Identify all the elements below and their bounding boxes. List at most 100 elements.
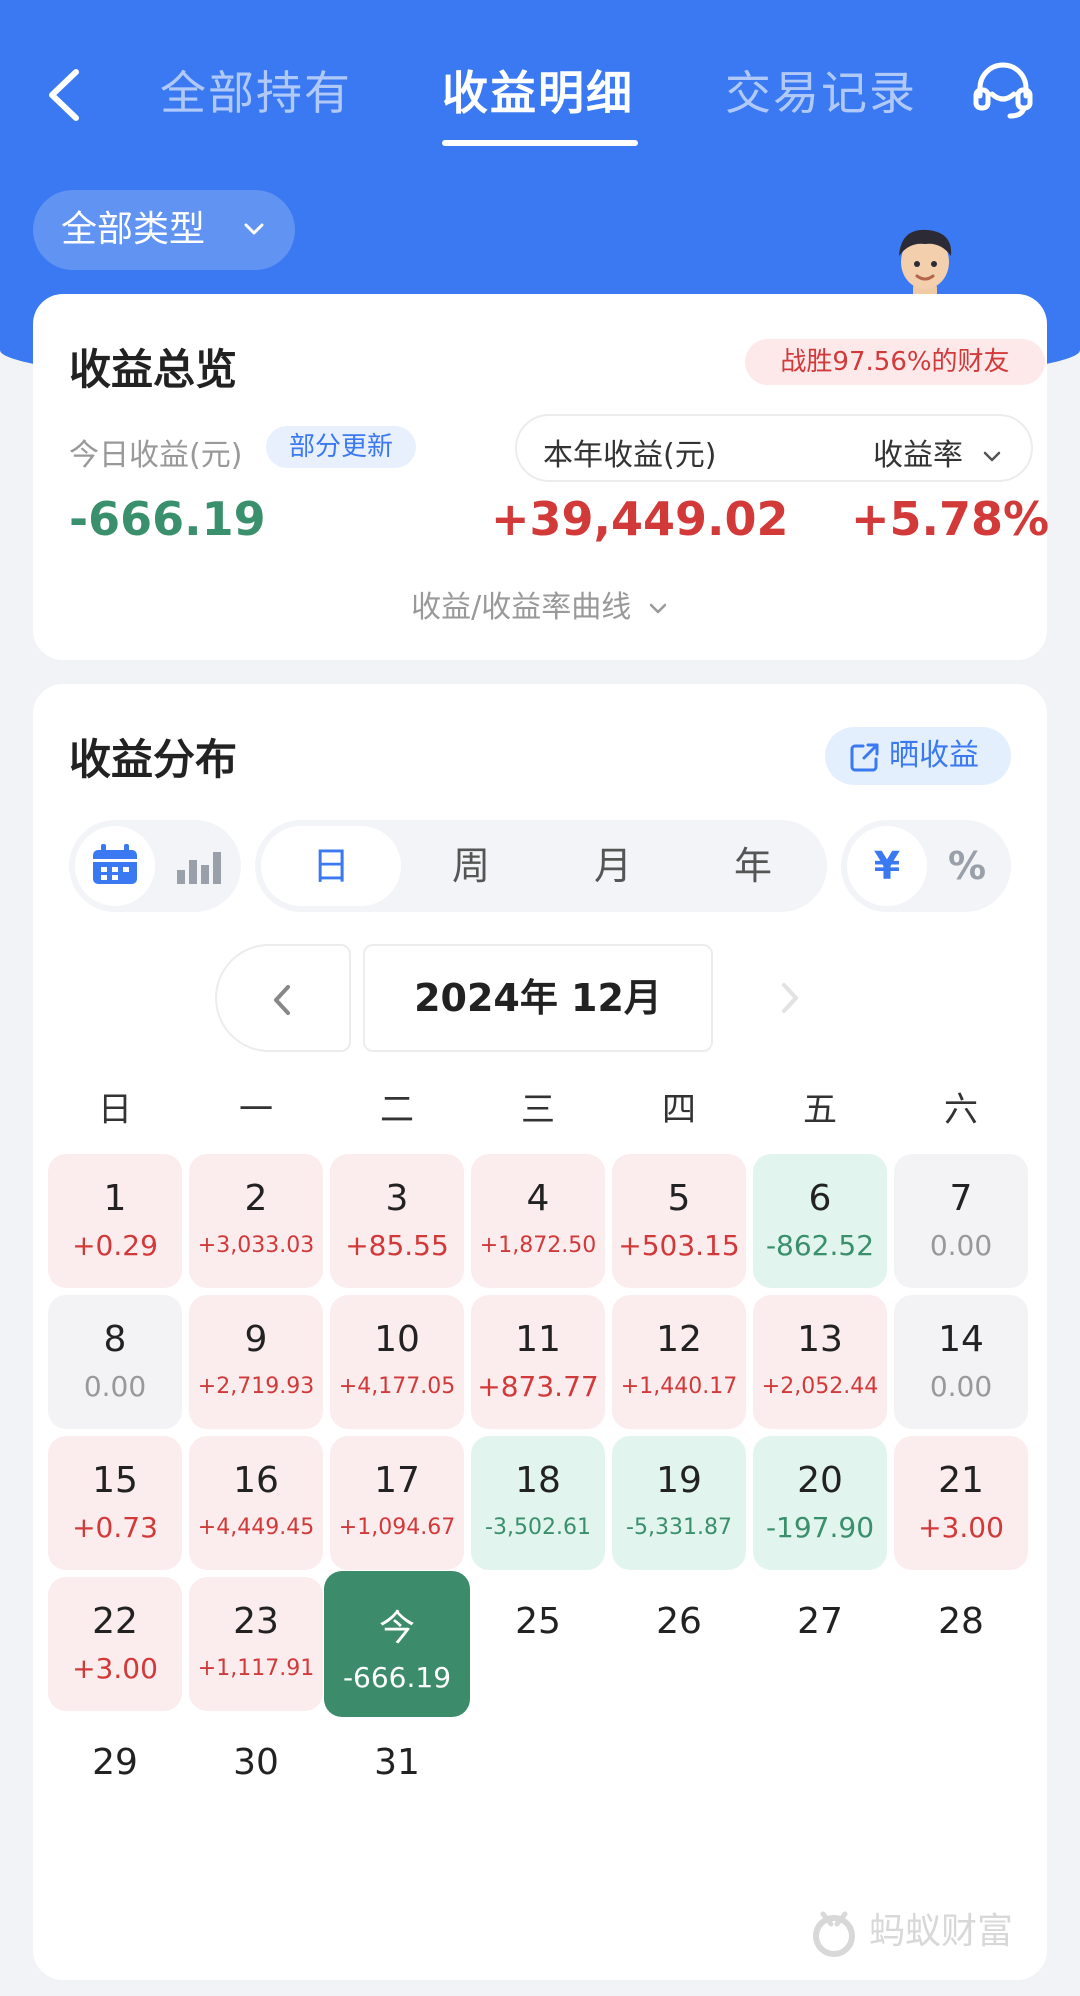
day-earnings: +873.77	[477, 1370, 599, 1403]
tab-earnings-detail[interactable]: 收益明细	[442, 58, 634, 128]
calendar-day[interactable]: 13 +2,052.44	[753, 1295, 887, 1429]
tab-transactions[interactable]: 交易记录	[725, 58, 917, 128]
calendar-day[interactable]: 17 +1,094.67	[330, 1436, 464, 1570]
calendar-day[interactable]: 6 -862.52	[753, 1154, 887, 1288]
calendar-day[interactable]: 9 +2,719.93	[189, 1295, 323, 1429]
earnings-calendar: 1 +0.29 2 +3,033.03 3 +85.55 4 +1,872.50 5 +5…	[48, 1154, 1032, 1854]
weekday-label: 四	[662, 1090, 696, 1130]
day-number: 21	[938, 1460, 984, 1501]
tab-all-holdings[interactable]: 全部持有	[160, 58, 352, 128]
day-number: 6	[808, 1178, 832, 1219]
year-earnings-label: 本年收益(元)	[543, 438, 717, 473]
day-earnings: -666.19	[342, 1661, 452, 1694]
calendar-day[interactable]: 31	[330, 1718, 464, 1852]
calendar-day[interactable]: 26	[612, 1577, 746, 1711]
period-month[interactable]: 月	[543, 826, 683, 906]
day-number: 4	[526, 1178, 550, 1219]
day-number: 27	[797, 1601, 843, 1642]
calendar-day[interactable]: 19 -5,331.87	[612, 1436, 746, 1570]
overview-title: 收益总览	[69, 345, 238, 394]
calendar-day[interactable]: 25	[471, 1577, 605, 1711]
day-number: 11	[515, 1319, 561, 1360]
chevron-down-icon	[649, 603, 667, 613]
day-number: 20	[797, 1460, 843, 1501]
unit-currency-button[interactable]: ¥	[847, 826, 927, 906]
day-earnings: +3.00	[72, 1652, 158, 1685]
calendar-day[interactable]: 8 0.00	[48, 1295, 182, 1429]
top-navigation: 全部持有 收益明细 交易记录	[0, 40, 1080, 150]
day-number: 5	[667, 1178, 691, 1219]
day-earnings: 0.00	[929, 1370, 993, 1403]
period-week[interactable]: 周	[401, 826, 541, 906]
day-number: 1	[103, 1178, 127, 1219]
customer-service-button[interactable]	[968, 56, 1038, 126]
rate-dropdown[interactable]: 收益率	[873, 430, 1003, 474]
calendar-day[interactable]: 3 +85.55	[330, 1154, 464, 1288]
calendar-day[interactable]: 20 -197.90	[753, 1436, 887, 1570]
calendar-day[interactable]: 18 -3,502.61	[471, 1436, 605, 1570]
period-year[interactable]: 年	[683, 826, 823, 906]
day-number: 26	[656, 1601, 702, 1642]
day-number: 9	[244, 1319, 268, 1360]
chevron-down-icon	[983, 451, 1000, 461]
calendar-day[interactable]: 4 +1,872.50	[471, 1154, 605, 1288]
day-number: 31	[374, 1742, 420, 1783]
calendar-day[interactable]: 30	[189, 1718, 323, 1852]
calendar-day[interactable]: 21 +3.00	[894, 1436, 1028, 1570]
day-earnings: -862.52	[765, 1229, 875, 1262]
chart-view-button[interactable]	[159, 826, 235, 906]
previous-month-button[interactable]	[215, 944, 351, 1052]
day-earnings: +2,052.44	[761, 1374, 879, 1399]
calendar-day[interactable]: 27	[753, 1577, 887, 1711]
calendar-day[interactable]: 7 0.00	[894, 1154, 1028, 1288]
day-earnings: +4,177.05	[338, 1374, 456, 1399]
back-button[interactable]	[40, 60, 90, 130]
day-earnings: +0.29	[72, 1229, 158, 1262]
view-mode-toggle	[69, 820, 241, 912]
year-earnings-value: +39,449.02	[491, 492, 789, 546]
day-number: 29	[92, 1742, 138, 1783]
calendar-view-button[interactable]	[75, 826, 155, 906]
partial-update-tag: 部分更新	[266, 426, 416, 468]
unit-toggle: ¥ %	[841, 820, 1011, 912]
day-number: 28	[938, 1601, 984, 1642]
chevron-right-icon	[782, 983, 798, 1013]
headset-icon	[973, 62, 1033, 119]
calendar-day[interactable]: 5 +503.15	[612, 1154, 746, 1288]
calendar-day[interactable]: 2 +3,033.03	[189, 1154, 323, 1288]
calendar-day[interactable]: 22 +3.00	[48, 1577, 182, 1711]
year-earnings-selector[interactable]: 本年收益(元) 收益率	[515, 414, 1033, 482]
calendar-day-today[interactable]: 今 -666.19	[324, 1571, 470, 1717]
overview-card: 收益总览 战胜97.56%的财友 今日收益(元) 部分更新 本年收益(元) 收益…	[33, 294, 1049, 660]
calendar-day[interactable]: 28	[894, 1577, 1028, 1711]
share-earnings-button[interactable]: 晒收益	[825, 727, 1011, 785]
calendar-day[interactable]: 12 +1,440.17	[612, 1295, 746, 1429]
day-earnings: 0.00	[83, 1370, 147, 1403]
brand-name: 蚂蚁财富	[869, 1911, 1014, 1952]
bar-chart-icon	[177, 852, 221, 884]
earnings-curve-label: 收益/收益率曲线	[411, 590, 632, 625]
calendar-day[interactable]: 10 +4,177.05	[330, 1295, 464, 1429]
rank-badge: 战胜97.56%的财友	[745, 339, 1045, 385]
unit-percent-button[interactable]: %	[927, 826, 1007, 906]
next-month-button[interactable]	[725, 944, 861, 1052]
calendar-day[interactable]: 29	[48, 1718, 182, 1852]
share-earnings-label: 晒收益	[889, 738, 979, 773]
current-month-label[interactable]: 2024年 12月	[363, 944, 713, 1052]
calendar-day[interactable]: 11 +873.77	[471, 1295, 605, 1429]
day-earnings: +1,440.17	[620, 1374, 738, 1399]
period-day[interactable]: 日	[261, 826, 401, 906]
calendar-day[interactable]: 14 0.00	[894, 1295, 1028, 1429]
calendar-day[interactable]: 23 +1,117.91	[189, 1577, 323, 1711]
calendar-day[interactable]: 1 +0.29	[48, 1154, 182, 1288]
type-filter-dropdown[interactable]: 全部类型	[33, 190, 295, 270]
calendar-day[interactable]: 15 +0.73	[48, 1436, 182, 1570]
day-earnings: +1,094.67	[338, 1515, 456, 1540]
today-earnings-label: 今日收益(元)	[69, 438, 243, 473]
type-filter-label: 全部类型	[61, 209, 206, 250]
weekday-label: 一	[239, 1090, 273, 1130]
earnings-curve-toggle[interactable]: 收益/收益率曲线	[33, 582, 1047, 626]
day-earnings: -3,502.61	[485, 1515, 591, 1540]
calendar-day[interactable]: 16 +4,449.45	[189, 1436, 323, 1570]
day-earnings: -197.90	[765, 1511, 875, 1544]
